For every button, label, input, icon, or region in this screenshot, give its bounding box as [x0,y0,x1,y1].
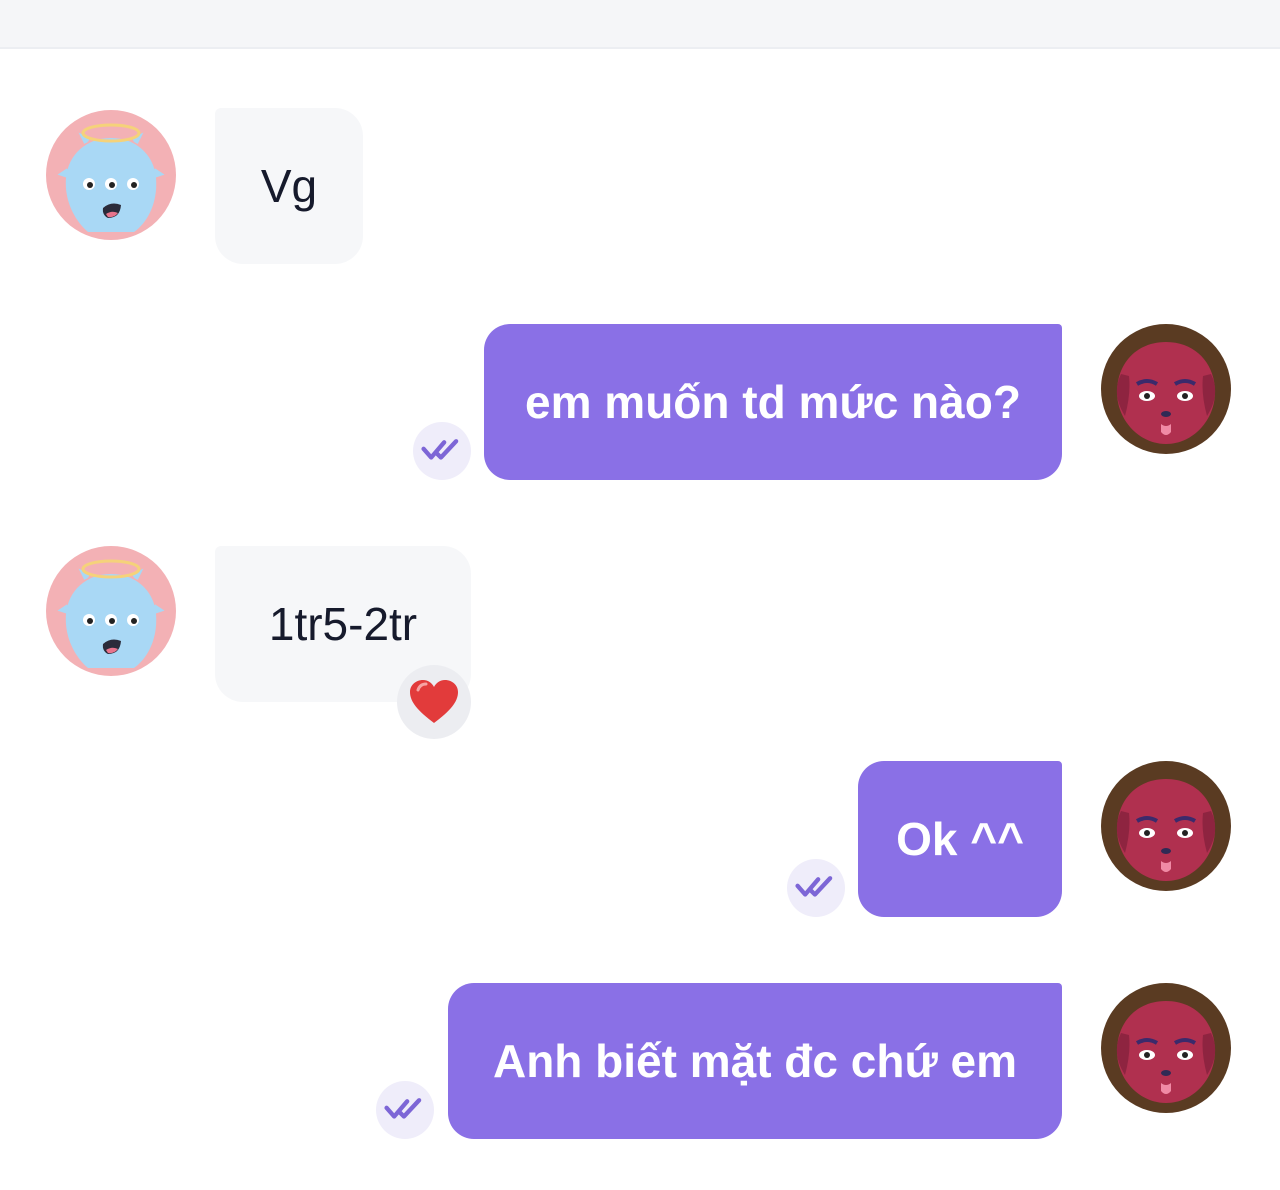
message-row: em muốn td mức nào? [0,324,1280,484]
double-check-icon [383,1097,427,1123]
message-text: Vg [260,160,318,212]
message-text: Anh biết mặt đc chứ em [492,1035,1018,1087]
reaction-badge[interactable] [397,665,471,739]
double-check-icon [420,438,464,464]
red-dog-avatar[interactable] [1101,761,1231,891]
read-receipt [413,422,471,480]
read-receipt [376,1081,434,1139]
message-bubble-outgoing[interactable]: Anh biết mặt đc chứ em [448,983,1062,1139]
message-row: Ok ^^ [0,761,1280,921]
message-text: 1tr5-2tr [268,598,418,650]
top-bar [0,0,1280,49]
double-check-icon [794,875,838,901]
message-text: Ok ^^ [896,813,1024,865]
red-dog-avatar[interactable] [1101,324,1231,454]
blue-monster-avatar[interactable] [46,110,176,240]
read-receipt [787,859,845,917]
red-dog-avatar[interactable] [1101,983,1231,1113]
message-text: em muốn td mức nào? [525,376,1021,428]
message-row: Vg [0,108,1280,268]
message-bubble-outgoing[interactable]: em muốn td mức nào? [484,324,1062,480]
heart-icon [410,680,458,723]
message-row: Anh biết mặt đc chứ em [0,983,1280,1143]
blue-monster-avatar[interactable] [46,546,176,676]
message-row: 1tr5-2tr [0,546,1280,746]
message-bubble-outgoing[interactable]: Ok ^^ [858,761,1062,917]
message-bubble-incoming[interactable]: Vg [215,108,363,264]
